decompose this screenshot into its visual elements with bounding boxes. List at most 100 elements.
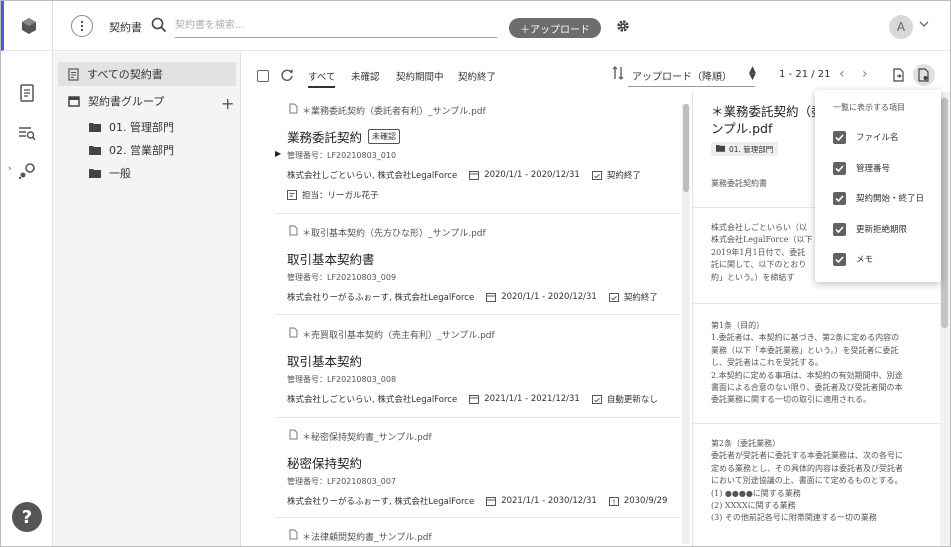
- sidebar: すべての契約書 契約書グループ + 01. 管理部門 02. 営業部門 一般: [53, 52, 241, 546]
- contract-meta: 株式会社りーがるふぉーす, 株式会社LegalForce 2021/1/1 - …: [287, 495, 667, 507]
- pdf-file-icon: [289, 103, 298, 117]
- checkbox-checked[interactable]: [833, 191, 846, 205]
- parties: 株式会社しごといらい, 株式会社LegalForce: [287, 171, 458, 181]
- preview-scrollbar-thumb[interactable]: [941, 98, 948, 328]
- nav-search-list[interactable]: [15, 121, 39, 145]
- search-icon[interactable]: [151, 17, 167, 33]
- sort-select-value: アップロード（降順）: [632, 72, 732, 83]
- pdf-file-icon: [289, 429, 298, 443]
- contract-title: 業務委託契約 未確認: [287, 127, 401, 146]
- assignee: 担当：リーガル花子: [287, 189, 379, 201]
- calendar-check-icon: [591, 394, 602, 404]
- next-page-button[interactable]: ›: [862, 66, 868, 82]
- refresh-icon[interactable]: [280, 68, 294, 82]
- divider: [275, 314, 680, 315]
- contract-period: 2021/1/1 - 2030/12/31: [501, 496, 597, 506]
- select-all-checkbox[interactable]: [257, 70, 269, 82]
- export-button[interactable]: [888, 64, 910, 86]
- checkbox-checked[interactable]: [833, 252, 846, 266]
- sidebar-item-contract-groups[interactable]: 契約書グループ: [68, 89, 164, 113]
- checkbox-checked[interactable]: [833, 130, 846, 144]
- avatar[interactable]: A: [889, 15, 913, 39]
- calendar-icon: [486, 496, 497, 506]
- upload-button[interactable]: ＋アップロード: [509, 18, 601, 38]
- list-item[interactable]: ＊法律顧問契約書_サンプル.pdf: [275, 529, 680, 546]
- display-settings-button[interactable]: [913, 64, 935, 86]
- folder-icon: [716, 144, 725, 154]
- contract-meta: 株式会社しごといらい, 株式会社LegalForce 2020/1/1 - 20…: [287, 169, 641, 181]
- sidebar-item-label: 01. 管理部門: [109, 121, 174, 134]
- calendar-icon: [486, 292, 497, 302]
- menu-item-memo[interactable]: メモ: [833, 251, 873, 267]
- sidebar-item-group-general[interactable]: 一般: [89, 161, 131, 185]
- folder-icon: [89, 168, 101, 178]
- contract-status: 契約終了: [623, 293, 658, 303]
- divider: [693, 423, 950, 424]
- divider: [275, 517, 680, 518]
- calendar-check-icon: [608, 292, 619, 302]
- contract-status: 自動更新なし: [606, 395, 658, 405]
- gear-icon[interactable]: [616, 19, 630, 33]
- preview-group-tag[interactable]: 01. 管理部門: [711, 142, 779, 156]
- add-group-button[interactable]: +: [221, 94, 234, 113]
- management-number: 管理番号：LF20210803_008: [287, 375, 397, 384]
- sidebar-item-group-sales[interactable]: 02. 営業部門: [89, 138, 174, 162]
- sort-caret-icon: ▲ ▼: [749, 65, 756, 82]
- tab-ended[interactable]: 契約終了: [458, 69, 496, 83]
- file-name: ＊取引基本契約（先方ひな形）_サンプル.pdf: [275, 225, 486, 239]
- nav-workflow[interactable]: ›: [8, 159, 39, 183]
- chevron-down-icon[interactable]: [919, 21, 929, 27]
- menu-item-renewal-deadline[interactable]: 更新拒絶期限: [833, 221, 907, 237]
- sort-icon[interactable]: [612, 66, 624, 80]
- divider: [275, 213, 680, 214]
- list-item[interactable]: ＊秘密保持契約書_サンプル.pdf 秘密保持契約 管理番号：LF20210803…: [275, 429, 680, 519]
- contract-title: 取引基本契約: [287, 354, 363, 369]
- sidebar-item-group-admin[interactable]: 01. 管理部門: [89, 115, 174, 139]
- list-item[interactable]: ＊取引基本契約（先方ひな形）_サンプル.pdf 取引基本契約書 管理番号：LF2…: [275, 225, 680, 315]
- list-item[interactable]: ＊業務委託契約（委託者有利）_サンプル.pdf 業務委託契約 未確認 管理番号：…: [275, 103, 680, 213]
- pdf-file-icon: [289, 529, 298, 543]
- list-item[interactable]: ＊売買取引基本契約（売主有利）_サンプル.pdf 取引基本契約 管理番号：LF2…: [275, 327, 680, 417]
- expand-chevron-icon: ›: [8, 164, 12, 174]
- menu-item-contract-dates[interactable]: 契約開始・終了日: [833, 190, 924, 206]
- file-name: ＊業務委託契約（委託者有利）_サンプル.pdf: [275, 103, 486, 117]
- help-button[interactable]: ?: [12, 502, 42, 532]
- note-icon: [287, 190, 297, 200]
- pdf-file-icon: [289, 327, 298, 341]
- checkbox-checked[interactable]: [833, 161, 846, 175]
- export-file-icon: [893, 68, 904, 82]
- file-name: ＊法律顧問契約書_サンプル.pdf: [275, 529, 432, 543]
- sidebar-item-label: すべての契約書: [87, 68, 163, 81]
- sidebar-item-label: 契約書グループ: [88, 95, 165, 108]
- contract-status: 契約終了: [606, 171, 641, 181]
- list-search-icon: [19, 127, 36, 141]
- display-items-menu: 一覧に表示する項目 ファイル名 管理番号 契約開始・終了日 更新拒絶期限 メモ: [815, 90, 941, 282]
- nav-contracts[interactable]: [15, 81, 39, 105]
- file-name: ＊売買取引基本契約（売主有利）_サンプル.pdf: [275, 327, 495, 341]
- calendar-icon: [469, 394, 480, 404]
- tab-unconfirmed[interactable]: 未確認: [351, 69, 380, 83]
- folder-icon: [89, 145, 101, 155]
- management-number: 管理番号：LF20210803_009: [287, 273, 397, 282]
- file-name: ＊秘密保持契約書_サンプル.pdf: [275, 429, 432, 443]
- logo-icon: [21, 17, 36, 34]
- tab-all[interactable]: すべて: [308, 69, 336, 88]
- sidebar-item-label: 一般: [109, 167, 131, 180]
- prev-page-button[interactable]: ‹: [839, 66, 845, 82]
- list-scrollbar-thumb[interactable]: [683, 104, 689, 192]
- tab-in-term[interactable]: 契約期間中: [396, 69, 444, 83]
- app-menu-button[interactable]: [71, 15, 93, 37]
- menu-item-management-number[interactable]: 管理番号: [833, 160, 890, 176]
- contract-period: 2020/1/1 - 2020/12/31: [484, 170, 580, 180]
- checkbox-checked[interactable]: [833, 222, 846, 236]
- sort-select[interactable]: アップロード（降順）: [628, 65, 755, 87]
- search-input[interactable]: [175, 14, 497, 38]
- app-window: › ? 契約書 ＋アップロード A: [0, 0, 951, 547]
- logo[interactable]: [1, 1, 53, 51]
- left-rail: › ?: [1, 1, 53, 546]
- sidebar-item-all-contracts[interactable]: すべての契約書: [58, 62, 236, 86]
- menu-title: 一覧に表示する項目: [833, 103, 905, 112]
- menu-item-file-name[interactable]: ファイル名: [833, 129, 899, 145]
- divider: [693, 303, 950, 304]
- list-toolbar: すべて 未確認 契約期間中 契約終了 アップロード（降順） ▲ ▼ 1 - 21 …: [242, 52, 950, 92]
